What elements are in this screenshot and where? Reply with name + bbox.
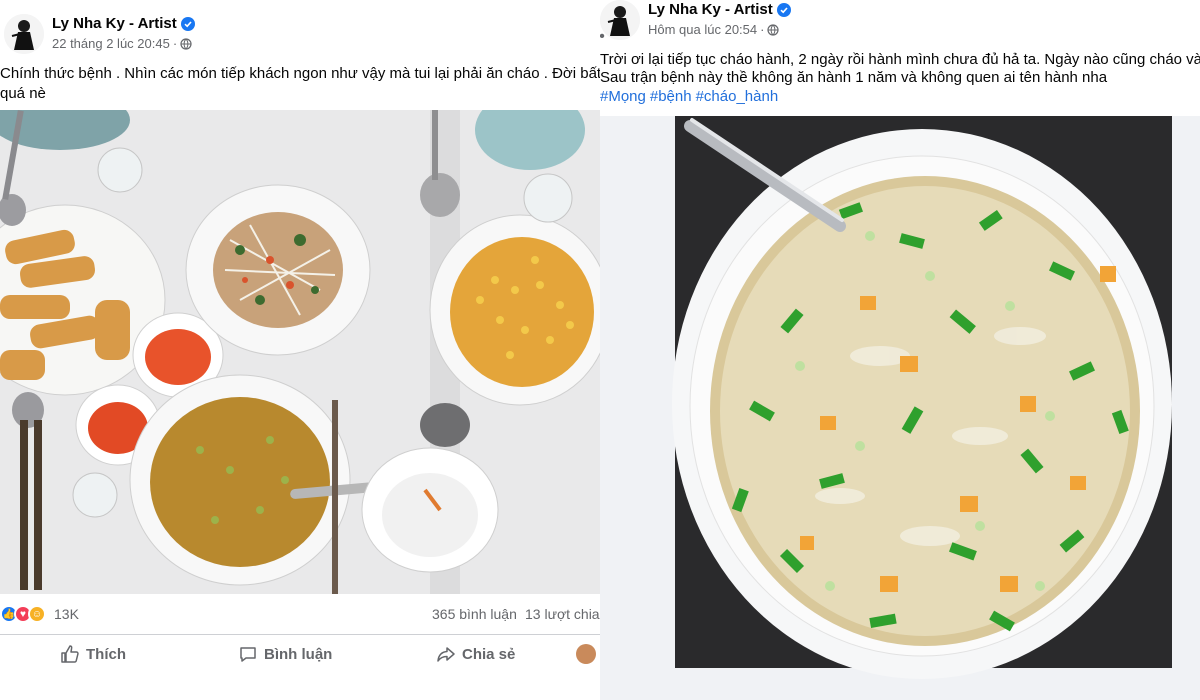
comment-label: Bình luận <box>264 645 333 663</box>
author-name[interactable]: Ly Nha Ky - Artist <box>648 0 773 20</box>
reaction-icons[interactable]: 👍 ♥ ☺ <box>0 605 46 623</box>
verified-badge-icon <box>180 17 195 31</box>
avatar-image <box>4 14 44 54</box>
meta-separator: · <box>172 36 178 51</box>
hashtag-link[interactable]: #bệnh <box>650 88 692 105</box>
post-timestamp[interactable]: Hôm qua lúc 20:54 <box>648 21 757 39</box>
post-text-line-1: Chính thức bệnh . Nhìn các món tiếp khác… <box>0 65 600 82</box>
share-label: Chia sẻ <box>462 645 516 663</box>
comment-bubble-icon <box>240 647 256 662</box>
share-arrow-icon <box>437 647 455 662</box>
post-photo-scallion-porridge[interactable] <box>600 116 1200 700</box>
post-photo-dinner-table[interactable] <box>0 110 600 594</box>
comments-count[interactable]: 365 bình luận <box>432 606 517 622</box>
author-avatar[interactable] <box>4 14 44 54</box>
actions-divider <box>0 634 600 635</box>
author-name[interactable]: Ly Nha Ky - Artist <box>52 14 177 34</box>
like-label: Thích <box>86 645 126 663</box>
globe-icon[interactable] <box>180 38 192 50</box>
globe-icon[interactable] <box>767 24 780 36</box>
left-post: Ly Nha Ky - Artist 22 tháng 2 lúc 20:45 … <box>0 0 600 700</box>
author-avatar[interactable] <box>600 0 640 40</box>
post-text-line-2: quá nè <box>0 85 46 102</box>
post-timestamp[interactable]: 22 tháng 2 lúc 20:45 <box>52 35 170 53</box>
reactions-count[interactable]: 13K <box>54 606 79 622</box>
post-text-line-2: Sau trận bệnh này thề không ăn hành 1 nă… <box>600 69 1108 86</box>
post-text-line-1: Trời ơi lại tiếp tục cháo hành, 2 ngày r… <box>600 51 1200 68</box>
verified-badge-icon <box>776 3 791 17</box>
avatar-image <box>600 0 640 40</box>
hashtag-link[interactable]: #cháo_hành <box>696 88 779 105</box>
reactions-summary: 👍 ♥ ☺ 13K 365 bình luận 13 lượt chia <box>0 600 600 628</box>
post-actions: Thích Bình luận Chia sẻ <box>0 640 600 668</box>
share-button[interactable]: Chia sẻ <box>436 640 515 668</box>
post-hashtags: #Mọng #bệnh #cháo_hành <box>600 87 782 107</box>
hashtag-link[interactable]: #Mọng <box>600 88 646 105</box>
post-header: Ly Nha Ky - Artist Hôm qua lúc 20:54 · <box>600 0 791 40</box>
shares-count[interactable]: 13 lượt chia <box>525 606 600 622</box>
haha-reaction-icon: ☺ <box>28 605 46 623</box>
viewer-avatar[interactable] <box>576 644 596 664</box>
comment-button[interactable]: Bình luận <box>238 640 332 668</box>
like-button[interactable]: Thích <box>60 640 126 668</box>
right-post: ••• Ly Nha Ky - Artist Hôm qua lúc 20:54… <box>600 0 1200 700</box>
post-header: Ly Nha Ky - Artist 22 tháng 2 lúc 20:45 … <box>4 14 195 54</box>
meta-separator: · <box>760 22 765 37</box>
thumbs-up-icon <box>61 645 79 663</box>
